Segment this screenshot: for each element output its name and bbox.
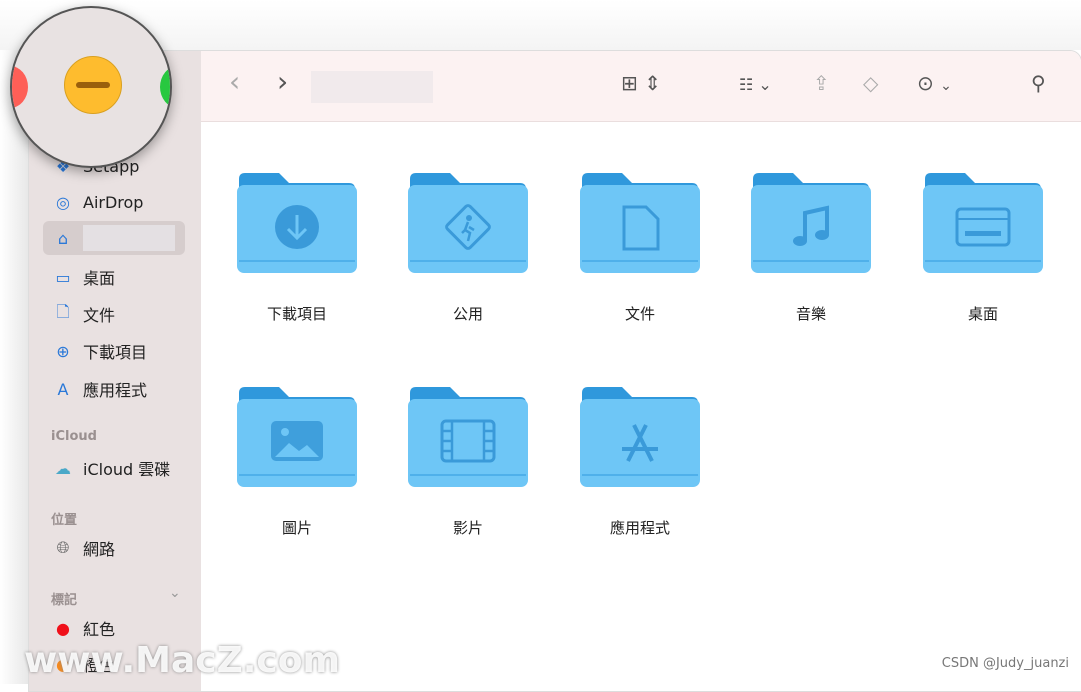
background-left — [0, 50, 28, 684]
home-icon: ⌂ — [57, 228, 69, 248]
search-icon[interactable]: ⚲ — [1031, 71, 1046, 95]
folder-label: 圖片 — [281, 519, 312, 537]
sidebar-item-applications[interactable]: A 應用程式 — [43, 372, 185, 406]
back-button[interactable]: ‹ — [229, 65, 240, 98]
credit: CSDN @Judy_juanzi — [941, 656, 1069, 671]
watermark: www.MacZ.com — [24, 640, 340, 681]
sidebar-item-label: iCloud 雲碟 — [83, 460, 171, 479]
zoom-button[interactable] — [160, 66, 170, 108]
minus-icon — [76, 82, 110, 88]
sidebar-item-home[interactable]: ⌂ — [43, 221, 185, 255]
sidebar-item-label: 應用程式 — [83, 381, 148, 400]
airdrop-icon: ◎ — [56, 192, 70, 212]
folder-label: 桌面 — [967, 305, 998, 323]
folder-label: 下載項目 — [266, 305, 327, 323]
chevron-down-icon[interactable]: ⌄ — [169, 585, 181, 601]
forward-button[interactable]: › — [277, 65, 288, 98]
sidebar-item-icloud-drive[interactable]: ☁ iCloud 雲碟 — [43, 451, 185, 485]
group-icon[interactable]: ☷ ⌄ — [739, 75, 772, 94]
folder-download[interactable]: 下載項目 — [235, 171, 359, 324]
sidebar-item-airdrop[interactable]: ◎ AirDrop — [43, 185, 185, 219]
redacted-path — [311, 71, 433, 103]
sidebar-item-label: AirDrop — [83, 192, 144, 212]
folder-label: 音樂 — [795, 305, 826, 323]
minimize-button[interactable] — [64, 56, 122, 114]
folder-apps[interactable]: 應用程式 — [578, 385, 702, 538]
folder-movie[interactable]: 影片 — [406, 385, 530, 538]
folder-download-icon — [237, 173, 357, 273]
folder-public-icon — [408, 173, 528, 273]
folder-label: 影片 — [452, 519, 483, 537]
sidebar-item-documents[interactable]: 🗋 文件 — [43, 297, 185, 331]
sidebar-item-label: 文件 — [83, 306, 116, 325]
folder-music[interactable]: 音樂 — [749, 171, 873, 324]
share-icon[interactable]: ⇪ — [813, 71, 830, 95]
tag-icon[interactable]: ◇ — [863, 71, 878, 95]
magnified-window-controls — [10, 6, 172, 168]
folder-label: 文件 — [624, 305, 655, 323]
folder-desktop-icon — [923, 173, 1043, 273]
folder-apps-icon — [580, 387, 700, 487]
sidebar-item-desktop[interactable]: ▭ 桌面 — [43, 260, 185, 294]
sidebar-item-network[interactable]: 🌐︎ 網路 — [43, 531, 185, 565]
download-icon: ⊕ — [56, 341, 70, 361]
folder-label: 應用程式 — [609, 519, 670, 537]
background — [0, 0, 1081, 50]
folder-public[interactable]: 公用 — [406, 171, 530, 324]
folder-picture[interactable]: 圖片 — [235, 385, 359, 538]
icloud-header: iCloud — [51, 429, 97, 444]
grid-view-icon[interactable]: ⊞ ⇕ — [621, 71, 661, 95]
cloud-icon: ☁ — [55, 458, 71, 478]
sidebar-item-label: 紅色 — [83, 620, 116, 639]
sidebar-item-label: 桌面 — [83, 269, 116, 288]
folder-document-icon — [580, 173, 700, 273]
close-button[interactable] — [12, 66, 28, 108]
sidebar-item-downloads[interactable]: ⊕ 下載項目 — [43, 334, 185, 368]
sidebar-item-label: 下載項目 — [83, 343, 148, 362]
locations-header: 位置 — [51, 513, 78, 528]
desktop-icon: ▭ — [55, 267, 71, 287]
folder-label: 公用 — [452, 305, 483, 323]
toolbar: ‹ › ⊞ ⇕ ☷ ⌄ ⇪ ◇ ⊙ ⌄ ⚲ — [201, 51, 1081, 122]
apps-icon: A — [57, 379, 69, 399]
folder-picture-icon — [237, 387, 357, 487]
folder-document[interactable]: 文件 — [578, 171, 702, 324]
document-icon: 🗋 — [56, 301, 70, 321]
folder-movie-icon — [408, 387, 528, 487]
redacted-username — [83, 225, 175, 251]
red-dot-icon: ● — [56, 618, 70, 638]
tags-header: 標記 — [51, 593, 78, 608]
folder-desktop[interactable]: 桌面 — [921, 171, 1045, 324]
ellipsis-circle-icon[interactable]: ⊙ ⌄ — [917, 71, 952, 95]
globe-icon: 🌐︎ — [56, 538, 70, 557]
finder-window: ❖ Setapp ◎ AirDrop ⌂ ▭ 桌面 🗋 文件 ⊕ 下載項目 A 應用程式 i… — [28, 50, 1081, 692]
sidebar-item-label: 網路 — [83, 540, 116, 559]
folder-music-icon — [751, 173, 871, 273]
